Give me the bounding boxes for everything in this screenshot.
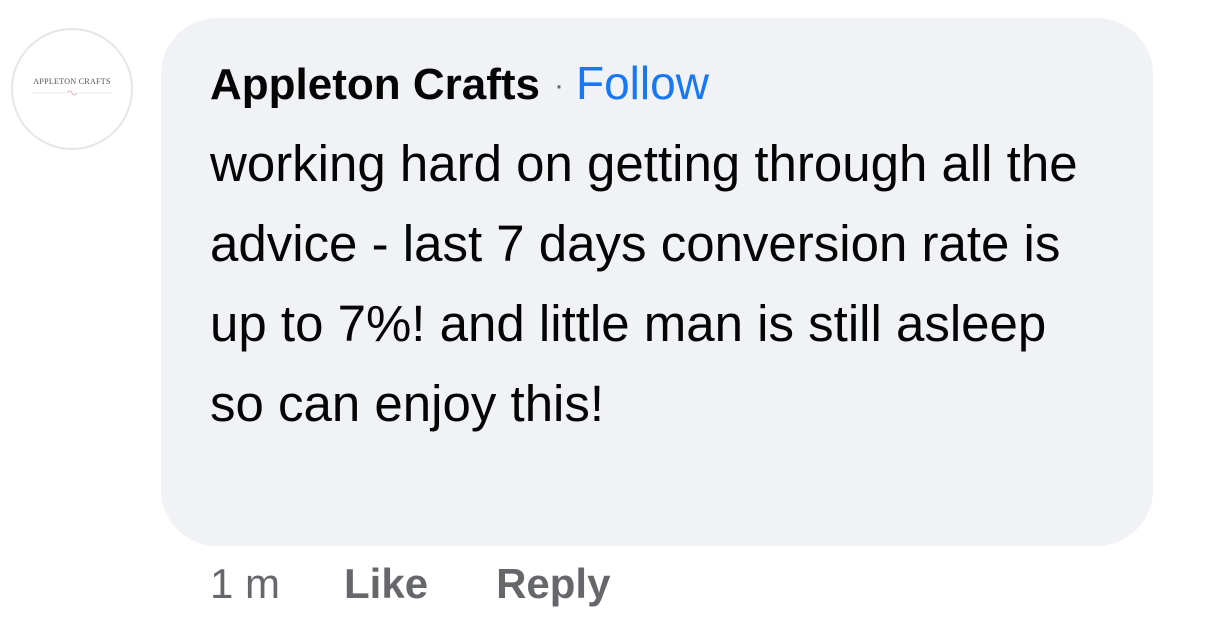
comment-container: APPLETON CRAFTS Appleton Crafts · Follow… [0,0,1206,634]
avatar[interactable]: APPLETON CRAFTS [11,28,133,150]
comment-bubble: Appleton Crafts · Follow working hard on… [161,18,1153,546]
comment-text: working hard on getting through all the … [210,135,1078,432]
avatar-flourish-icon [33,90,111,95]
comment-header: Appleton Crafts · Follow [210,52,1113,114]
timestamp-link[interactable]: 1 m [210,560,280,608]
avatar-logo-text: APPLETON CRAFTS [33,76,111,86]
reply-button[interactable]: Reply [496,560,610,608]
follow-button[interactable]: Follow [576,52,709,114]
separator-dot: · [554,69,564,102]
comment-actions: 1 m Like Reply [210,558,678,610]
like-button[interactable]: Like [344,560,428,608]
author-name-link[interactable]: Appleton Crafts [210,54,540,116]
